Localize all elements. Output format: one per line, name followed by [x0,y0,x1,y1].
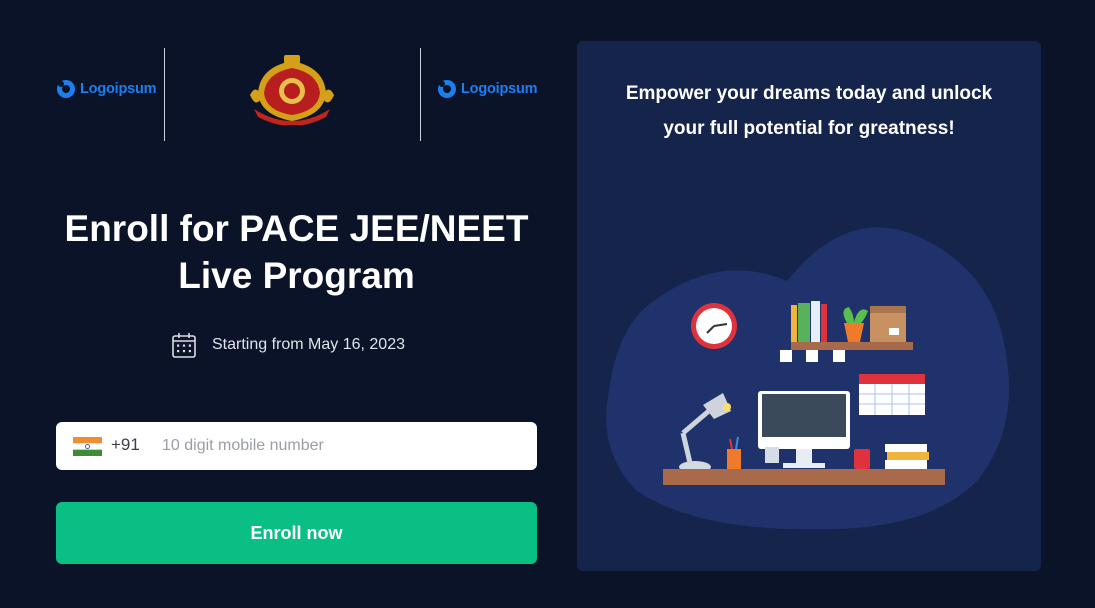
partner-logo-left: Logoipsum [56,78,157,100]
study-desk-illustration [606,227,1009,530]
start-date-row: Starting from May 16, 2023 [172,332,405,358]
india-flag-icon [73,437,102,456]
delhi-police-emblem-icon [250,55,334,125]
country-code[interactable]: +91 [111,435,140,455]
promo-tagline: Empower your dreams today and unlock you… [625,83,993,139]
page-title: Enroll for PACE JEE/NEET Live Program [64,208,529,296]
logo-left-text: Logoipsum [80,81,157,97]
start-date-text: Starting from May 16, 2023 [212,336,405,353]
wall-calendar [859,374,925,415]
mobile-number-input[interactable] [162,432,522,460]
logo-right-text: Logoipsum [461,81,538,97]
desk [663,469,945,485]
enroll-panel: Logoipsum Logoipsum Enroll for PACE JEE/… [56,0,538,608]
partner-logo-right: Logoipsum [437,78,538,100]
promo-card: Empower your dreams today and unlock you… [577,41,1041,571]
logo-divider [420,48,421,141]
coffee-mug [854,449,870,469]
logoipsum-icon [57,80,75,98]
wall-clock [691,303,737,349]
calendar-icon [172,333,196,358]
logo-divider [164,48,165,141]
logoipsum-icon [438,80,456,98]
enroll-now-button[interactable]: Enroll now [56,502,537,564]
phone-input-group: +91 [56,422,537,470]
logo-row: Logoipsum Logoipsum [56,48,538,141]
book-stack [885,444,929,469]
